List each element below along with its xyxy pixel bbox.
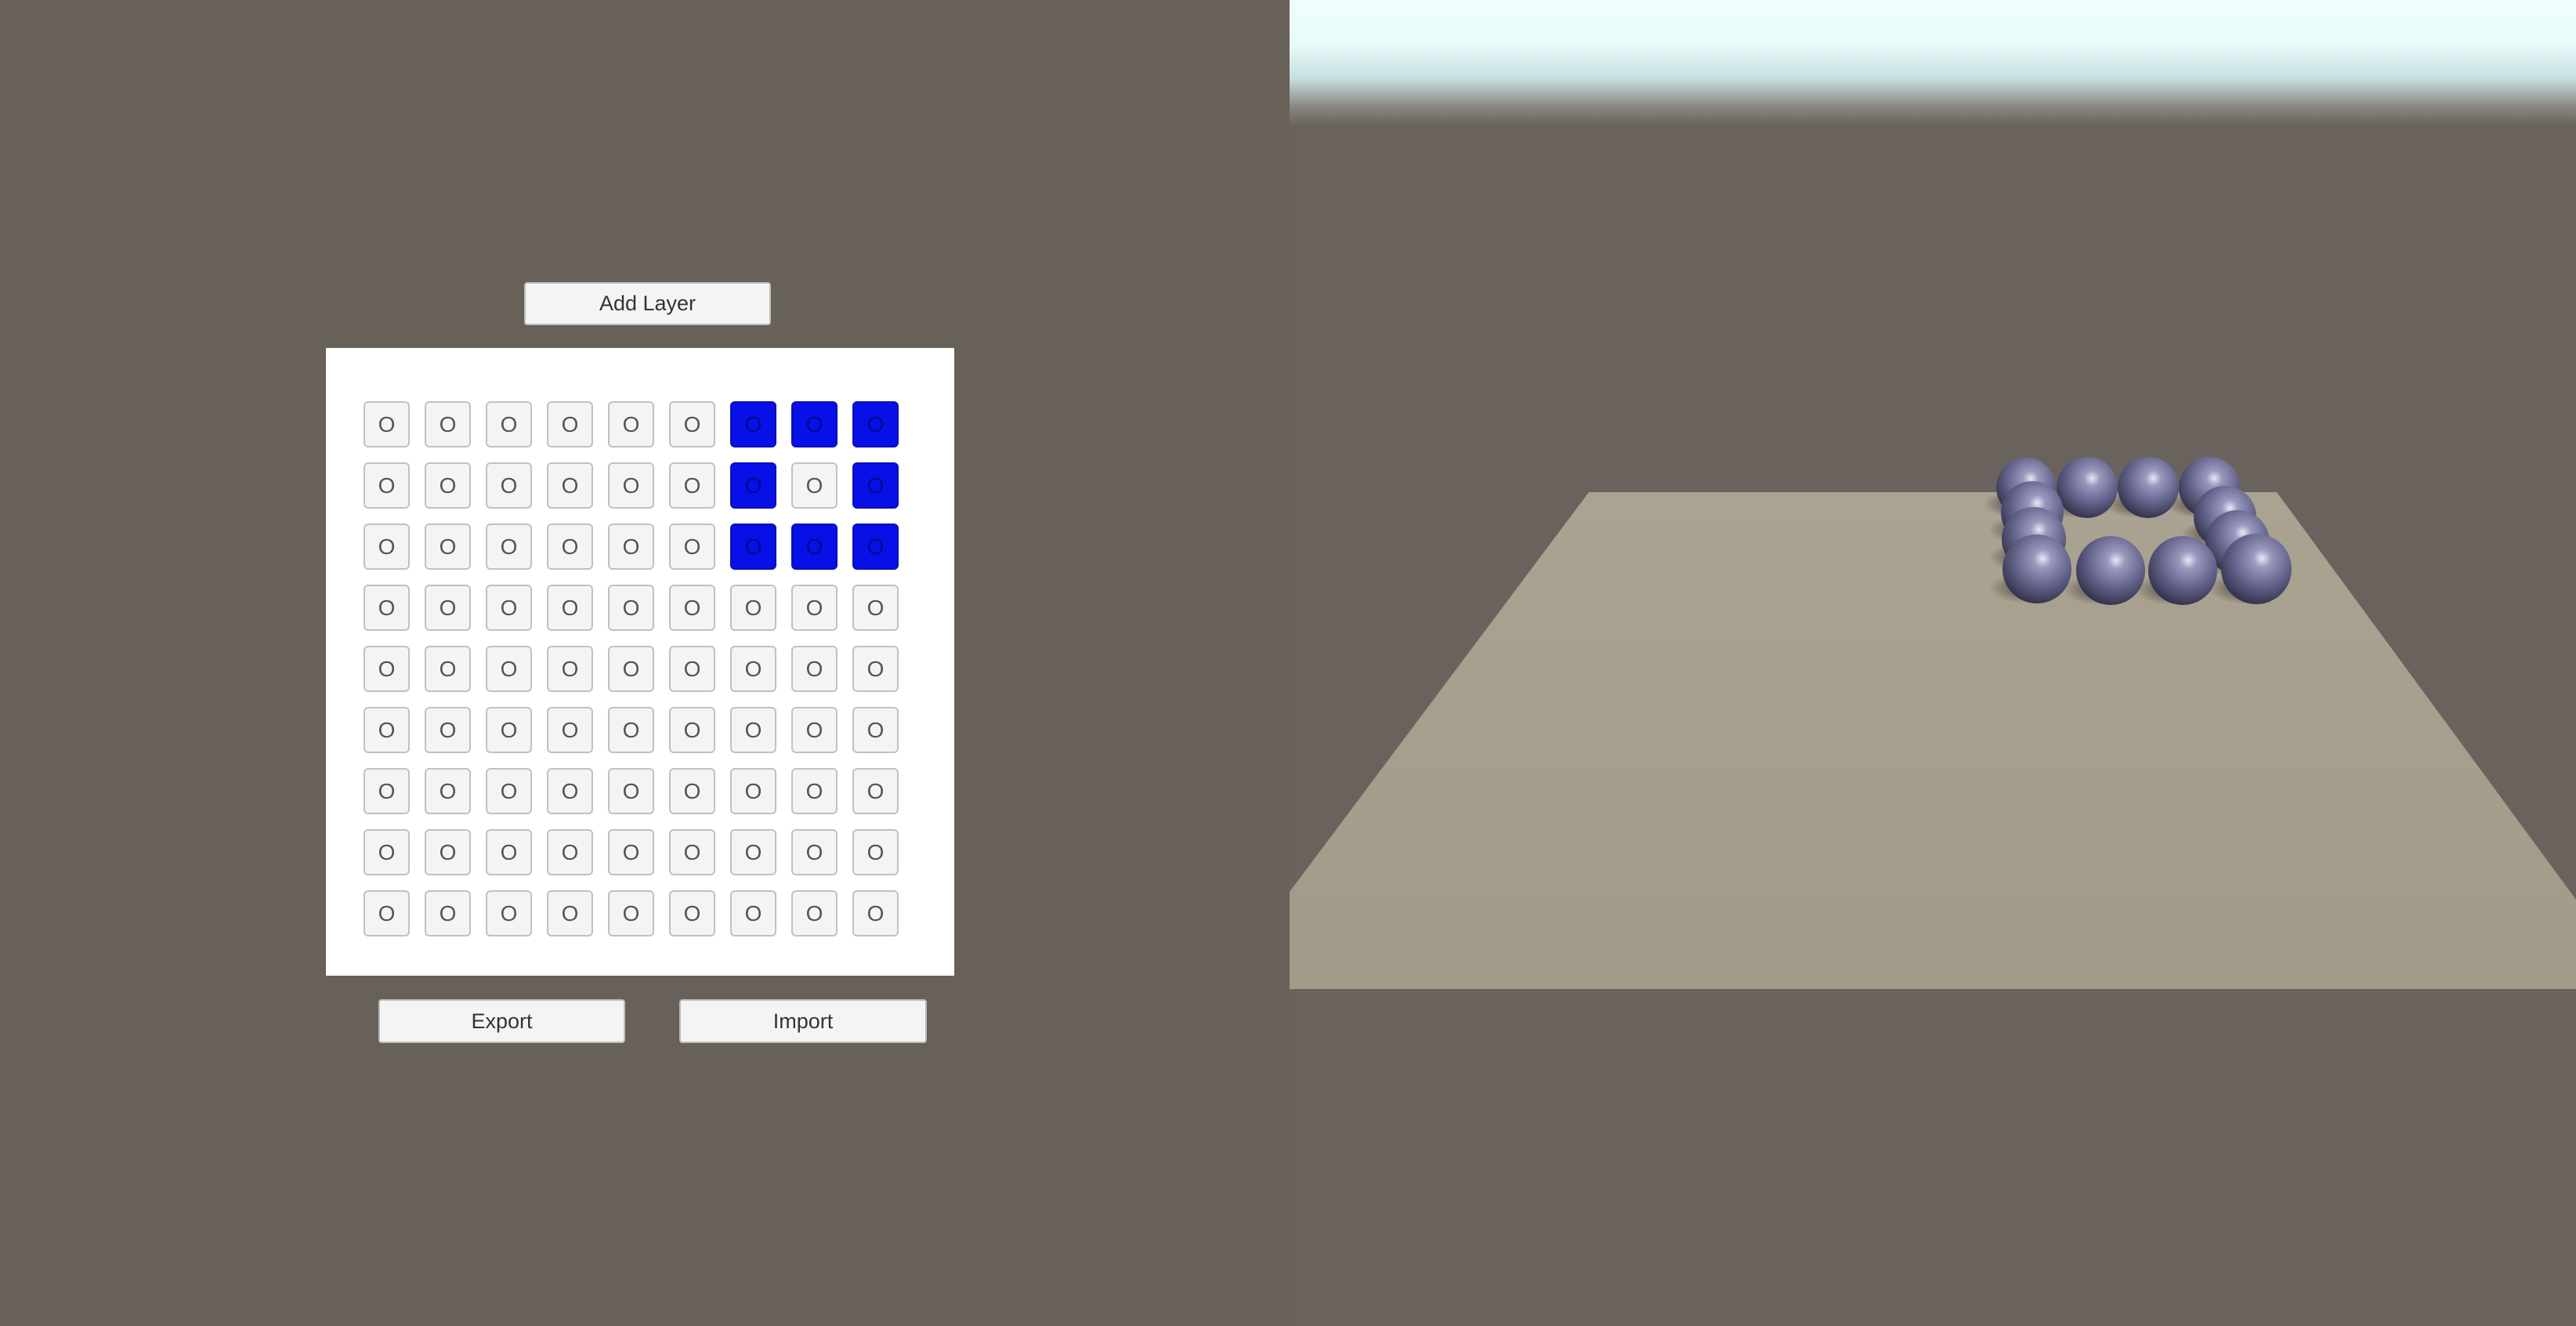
grid-cell-r3-c2[interactable]: O <box>425 524 471 570</box>
grid-cell-r1-c6[interactable]: O <box>669 401 715 447</box>
grid-cell-r8-c9[interactable]: O <box>852 829 899 875</box>
grid-cell-r7-c1[interactable]: O <box>364 768 410 814</box>
grid-cell-r2-c1[interactable]: O <box>364 462 410 509</box>
grid-cell-r7-c4[interactable]: O <box>547 768 593 814</box>
grid-cell-r3-c7[interactable]: O <box>730 524 776 570</box>
grid-cell-r8-c3[interactable]: O <box>486 829 532 875</box>
grid-cell-r2-c8[interactable]: O <box>791 462 838 509</box>
grid-cell-r1-c4[interactable]: O <box>547 401 593 447</box>
grid-cell-r7-c3[interactable]: O <box>486 768 532 814</box>
grid-cell-r2-c3[interactable]: O <box>486 462 532 509</box>
floor-plane <box>1290 492 2576 989</box>
grid-cell-r9-c2[interactable]: O <box>425 890 471 937</box>
grid-cell-r1-c1[interactable]: O <box>364 401 410 447</box>
grid-cell-r4-c4[interactable]: O <box>547 585 593 631</box>
sphere-9 <box>2003 534 2071 603</box>
grid-cell-r8-c7[interactable]: O <box>730 829 776 875</box>
grid-cell-r6-c3[interactable]: O <box>486 707 532 753</box>
grid-cell-r6-c6[interactable]: O <box>669 707 715 753</box>
cell-grid: OOOOOOOOOOOOOOOOOOOOOOOOOOOOOOOOOOOOOOOO… <box>364 401 899 937</box>
grid-cell-r5-c1[interactable]: O <box>364 646 410 692</box>
grid-cell-r6-c9[interactable]: O <box>852 707 899 753</box>
grid-cell-r2-c6[interactable]: O <box>669 462 715 509</box>
import-button[interactable]: Import <box>679 999 927 1043</box>
grid-cell-r1-c2[interactable]: O <box>425 401 471 447</box>
grid-cell-r3-c9[interactable]: O <box>852 524 899 570</box>
grid-cell-r6-c2[interactable]: O <box>425 707 471 753</box>
grid-cell-r4-c2[interactable]: O <box>425 585 471 631</box>
grid-cell-r4-c7[interactable]: O <box>730 585 776 631</box>
scene-svg <box>1290 457 2576 989</box>
grid-cell-r4-c6[interactable]: O <box>669 585 715 631</box>
grid-cell-r3-c4[interactable]: O <box>547 524 593 570</box>
grid-cell-r9-c4[interactable]: O <box>547 890 593 937</box>
grid-cell-r5-c5[interactable]: O <box>608 646 654 692</box>
grid-cell-r9-c7[interactable]: O <box>730 890 776 937</box>
grid-cell-r7-c9[interactable]: O <box>852 768 899 814</box>
grid-cell-r2-c4[interactable]: O <box>547 462 593 509</box>
grid-cell-r3-c3[interactable]: O <box>486 524 532 570</box>
grid-cell-r6-c7[interactable]: O <box>730 707 776 753</box>
grid-cell-r5-c7[interactable]: O <box>730 646 776 692</box>
grid-cell-r2-c7[interactable]: O <box>730 462 776 509</box>
grid-cell-r7-c6[interactable]: O <box>669 768 715 814</box>
grid-cell-r9-c8[interactable]: O <box>791 890 838 937</box>
scene-viewport[interactable] <box>1290 0 2576 1326</box>
grid-cell-r1-c3[interactable]: O <box>486 401 532 447</box>
grid-cell-r5-c6[interactable]: O <box>669 646 715 692</box>
grid-cell-r3-c8[interactable]: O <box>791 524 838 570</box>
sphere-12 <box>2221 534 2292 604</box>
sphere-10 <box>2076 536 2145 605</box>
grid-cell-r2-c5[interactable]: O <box>608 462 654 509</box>
grid-cell-r5-c4[interactable]: O <box>547 646 593 692</box>
editor-panel: Add Layer OOOOOOOOOOOOOOOOOOOOOOOOOOOOOO… <box>0 0 1290 1326</box>
grid-cell-r2-c9[interactable]: O <box>852 462 899 509</box>
sphere-11 <box>2148 536 2217 605</box>
grid-cell-r5-c9[interactable]: O <box>852 646 899 692</box>
grid-cell-r7-c8[interactable]: O <box>791 768 838 814</box>
grid-cell-r6-c1[interactable]: O <box>364 707 410 753</box>
grid-cell-r9-c9[interactable]: O <box>852 890 899 937</box>
sphere-2 <box>2057 457 2118 518</box>
grid-cell-r2-c2[interactable]: O <box>425 462 471 509</box>
grid-cell-r3-c1[interactable]: O <box>364 524 410 570</box>
grid-cell-r6-c5[interactable]: O <box>608 707 654 753</box>
export-button[interactable]: Export <box>378 999 625 1043</box>
grid-cell-r7-c2[interactable]: O <box>425 768 471 814</box>
grid-cell-r1-c8[interactable]: O <box>791 401 838 447</box>
layer-grid-panel: OOOOOOOOOOOOOOOOOOOOOOOOOOOOOOOOOOOOOOOO… <box>326 348 954 976</box>
grid-cell-r1-c7[interactable]: O <box>730 401 776 447</box>
grid-cell-r5-c3[interactable]: O <box>486 646 532 692</box>
grid-cell-r4-c9[interactable]: O <box>852 585 899 631</box>
grid-cell-r9-c3[interactable]: O <box>486 890 532 937</box>
grid-cell-r4-c8[interactable]: O <box>791 585 838 631</box>
grid-cell-r1-c5[interactable]: O <box>608 401 654 447</box>
grid-cell-r6-c4[interactable]: O <box>547 707 593 753</box>
grid-cell-r7-c7[interactable]: O <box>730 768 776 814</box>
grid-cell-r8-c6[interactable]: O <box>669 829 715 875</box>
grid-cell-r1-c9[interactable]: O <box>852 401 899 447</box>
grid-cell-r4-c1[interactable]: O <box>364 585 410 631</box>
sphere-3 <box>2118 457 2179 518</box>
grid-cell-r9-c1[interactable]: O <box>364 890 410 937</box>
grid-cell-r8-c4[interactable]: O <box>547 829 593 875</box>
grid-cell-r8-c2[interactable]: O <box>425 829 471 875</box>
grid-cell-r5-c2[interactable]: O <box>425 646 471 692</box>
grid-cell-r6-c8[interactable]: O <box>791 707 838 753</box>
grid-cell-r5-c8[interactable]: O <box>791 646 838 692</box>
grid-cell-r3-c5[interactable]: O <box>608 524 654 570</box>
grid-cell-r4-c5[interactable]: O <box>608 585 654 631</box>
grid-cell-r9-c6[interactable]: O <box>669 890 715 937</box>
grid-cell-r7-c5[interactable]: O <box>608 768 654 814</box>
grid-cell-r9-c5[interactable]: O <box>608 890 654 937</box>
grid-cell-r8-c5[interactable]: O <box>608 829 654 875</box>
grid-cell-r4-c3[interactable]: O <box>486 585 532 631</box>
add-layer-button[interactable]: Add Layer <box>524 282 771 325</box>
grid-cell-r8-c1[interactable]: O <box>364 829 410 875</box>
grid-cell-r8-c8[interactable]: O <box>791 829 838 875</box>
grid-cell-r3-c6[interactable]: O <box>669 524 715 570</box>
